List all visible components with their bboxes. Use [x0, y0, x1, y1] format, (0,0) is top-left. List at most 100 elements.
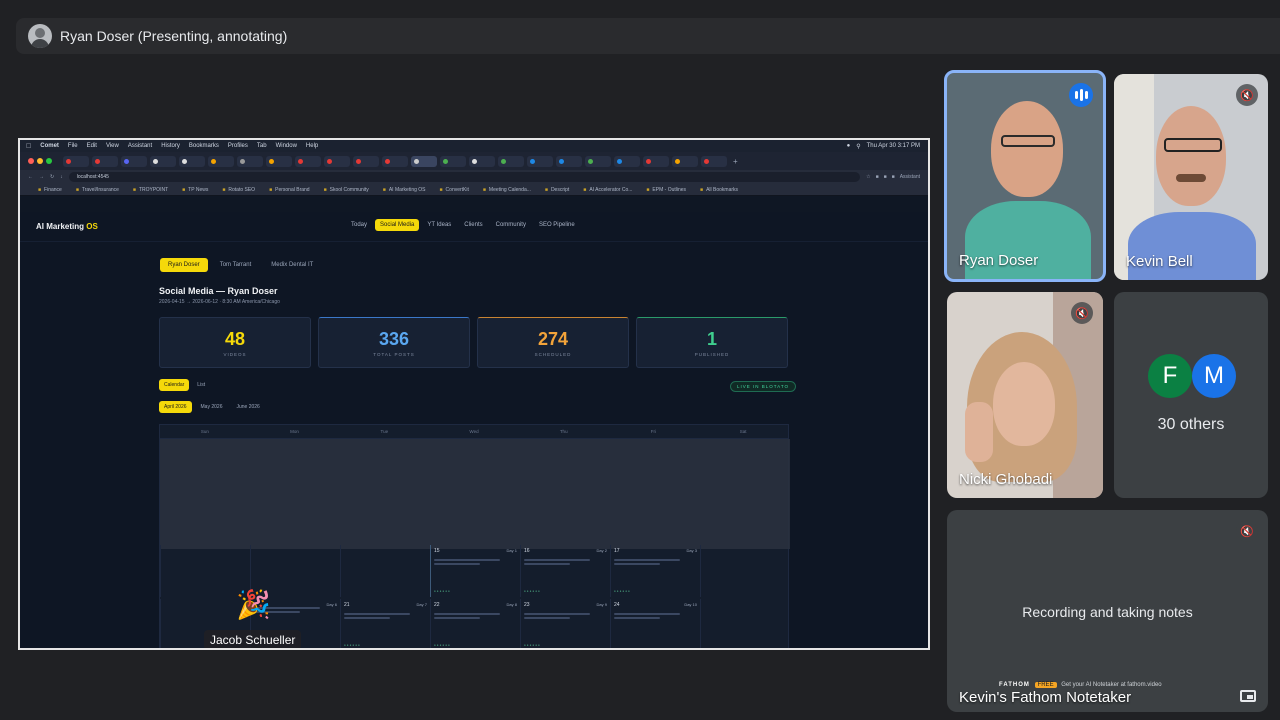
bookmark[interactable]: EPM - Outlines	[646, 187, 686, 193]
new-tab-button[interactable]: +	[730, 156, 742, 167]
calendar-day[interactable]: 15 Day 1 ●●●●●●	[430, 545, 520, 597]
calendar-day[interactable]: 22 Day 8 ●●●●●●	[430, 599, 520, 648]
browser-tab[interactable]	[672, 155, 698, 167]
calendar-day[interactable]	[700, 545, 790, 597]
browser-tab[interactable]	[121, 155, 147, 167]
extension-icon[interactable]: ■	[876, 174, 879, 180]
calendar-day[interactable]: 24 Day 10	[610, 599, 700, 648]
month-tab-june[interactable]: June 2026	[231, 401, 264, 413]
browser-tab[interactable]	[440, 155, 466, 167]
browser-tab[interactable]	[382, 155, 408, 167]
bookmark[interactable]: AI Marketing OS	[383, 187, 426, 193]
back-icon[interactable]: ←	[28, 174, 33, 180]
browser-tab[interactable]	[701, 155, 727, 167]
wifi-icon[interactable]: ●	[847, 143, 851, 150]
menubar-clock[interactable]: Thu Apr 30 3:17 PM	[867, 143, 920, 150]
client-tab-medix-dental[interactable]: Medix Dental IT	[263, 258, 321, 272]
browser-tab[interactable]	[556, 155, 582, 167]
browser-tab[interactable]	[585, 155, 611, 167]
menu-item[interactable]: Tab	[257, 143, 267, 149]
bookmark[interactable]: Finance	[38, 187, 62, 193]
browser-tab[interactable]	[614, 155, 640, 167]
menu-item[interactable]: Edit	[87, 143, 97, 149]
menu-item[interactable]: File	[68, 143, 78, 149]
participant-tile-kevin-bell[interactable]: 🔇 Kevin Bell	[1114, 74, 1268, 280]
menu-item[interactable]: Bookmarks	[189, 143, 219, 149]
browser-tab[interactable]	[63, 155, 89, 167]
browser-tab[interactable]	[92, 155, 118, 167]
nav-social-media[interactable]: Social Media	[375, 219, 420, 231]
bookmark[interactable]: TROYPOINT	[133, 187, 168, 193]
bookmark[interactable]: Meeting Calenda...	[483, 187, 531, 193]
calendar-day[interactable]	[340, 545, 430, 597]
bookmark[interactable]: Descript	[545, 187, 569, 193]
client-tab-ryan-doser[interactable]: Ryan Doser	[160, 258, 208, 272]
month-tab-may[interactable]: May 2026	[196, 401, 228, 413]
nav-clients[interactable]: Clients	[459, 219, 487, 231]
calendar-day[interactable]: 17 Day 3 ●●●●●●	[610, 545, 700, 597]
browser-tab-active[interactable]	[411, 155, 437, 167]
menu-item[interactable]: Assistant	[128, 143, 152, 149]
view-calendar-button[interactable]: Calendar	[159, 379, 190, 391]
bookmark[interactable]: Personal Brand	[269, 187, 309, 193]
browser-tab[interactable]	[295, 155, 321, 167]
browser-tab[interactable]	[237, 155, 263, 167]
bookmark-star-icon[interactable]: ☆	[866, 174, 870, 180]
app-brand[interactable]: AI Marketing OS	[36, 222, 98, 231]
menu-item[interactable]: Comet	[40, 143, 59, 149]
browser-tab[interactable]	[324, 155, 350, 167]
calendar-day[interactable]: 16 Day 2 ●●●●●●	[520, 545, 610, 597]
bookmark[interactable]: TP News	[182, 187, 208, 193]
extension-icon[interactable]: ■	[884, 174, 887, 180]
nav-seo-pipeline[interactable]: SEO Pipeline	[534, 219, 580, 231]
month-tab-april[interactable]: April 2026	[159, 401, 192, 413]
brand-name: AI Marketing	[36, 222, 85, 231]
bookmark[interactable]: Rotato SEO	[222, 187, 255, 193]
menu-item[interactable]: History	[161, 143, 180, 149]
nav-yt-ideas[interactable]: YT Ideas	[422, 219, 456, 231]
download-icon[interactable]: ↓	[60, 174, 63, 180]
picture-in-picture-icon[interactable]	[1240, 690, 1256, 702]
address-bar[interactable]: localhost:4545	[68, 172, 861, 182]
menu-item[interactable]: Window	[276, 143, 297, 149]
minimize-window-icon[interactable]	[37, 158, 43, 164]
calendar-day[interactable]: 23 Day 9 ●●●●●●	[520, 599, 610, 648]
participant-tile-ryan-doser[interactable]: Ryan Doser	[944, 70, 1106, 282]
browser-tab[interactable]	[469, 155, 495, 167]
browser-tab[interactable]	[179, 155, 205, 167]
bookmark[interactable]: Skool Community	[324, 187, 369, 193]
nav-community[interactable]: Community	[491, 219, 531, 231]
nav-today[interactable]: Today	[346, 219, 372, 231]
others-tile[interactable]: F M 30 others	[1114, 292, 1268, 498]
search-icon[interactable]: ⚲	[856, 143, 860, 150]
browser-tab[interactable]	[353, 155, 379, 167]
calendar-day[interactable]: 21 Day 7 ●●●●●●	[340, 599, 430, 648]
calendar-day[interactable]	[700, 599, 790, 648]
client-tab-tom-tarrant[interactable]: Tom Tarrant	[212, 258, 260, 272]
assistant-button[interactable]: Assistant	[900, 174, 920, 180]
bookmark[interactable]: Travel/Insurance	[76, 187, 119, 193]
participant-tile-nicki-ghobadi[interactable]: 🔇 Nicki Ghobadi	[947, 292, 1103, 498]
extension-icon[interactable]: ■	[892, 174, 895, 180]
browser-tab[interactable]	[266, 155, 292, 167]
bookmark[interactable]: AI Accelerator Co...	[583, 187, 632, 193]
all-bookmarks[interactable]: All Bookmarks	[700, 187, 738, 193]
weekday-label: Thu	[559, 429, 568, 434]
view-list-button[interactable]: List	[192, 379, 210, 391]
notetaker-tile[interactable]: 🔇 Recording and taking notes FATHOM FREE…	[947, 510, 1268, 712]
menu-item[interactable]: View	[106, 143, 119, 149]
maximize-window-icon[interactable]	[46, 158, 52, 164]
close-window-icon[interactable]	[28, 158, 34, 164]
menu-item[interactable]: Help	[306, 143, 318, 149]
bookmark[interactable]: ConvertKit	[440, 187, 469, 193]
reload-icon[interactable]: ↻	[50, 174, 54, 180]
forward-icon[interactable]: →	[39, 174, 44, 180]
browser-tab[interactable]	[643, 155, 669, 167]
browser-tab[interactable]	[208, 155, 234, 167]
shared-screen[interactable]:  Comet File Edit View Assistant History…	[18, 138, 930, 650]
fathom-footer: Get your AI Notetaker at fathom.video	[1061, 682, 1162, 688]
menu-item[interactable]: Profiles	[228, 143, 248, 149]
browser-tab[interactable]	[527, 155, 553, 167]
browser-tab[interactable]	[150, 155, 176, 167]
browser-tab[interactable]	[498, 155, 524, 167]
